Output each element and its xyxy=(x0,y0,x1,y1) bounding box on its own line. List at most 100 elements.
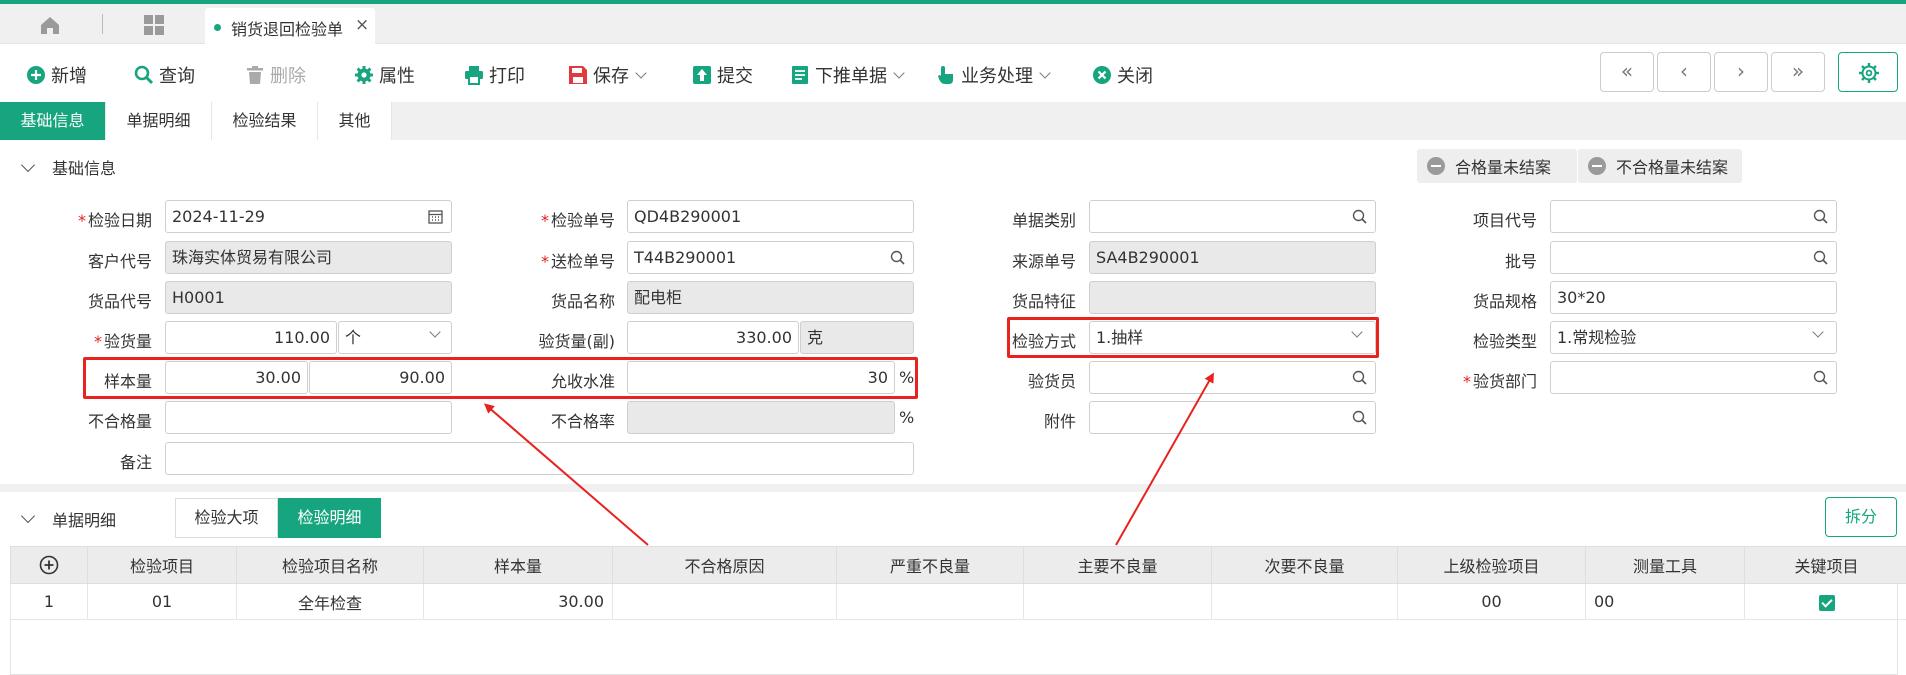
tab-sales-return-inspection[interactable]: 销货退回检验单 × xyxy=(205,8,375,44)
search-icon[interactable] xyxy=(1352,410,1367,425)
collapse-chevron-icon[interactable] xyxy=(20,157,36,173)
table-row[interactable]: 1 01 全年检查 30.00 00 00 xyxy=(10,583,1906,620)
settings-button[interactable] xyxy=(1838,52,1898,92)
delete-button[interactable]: 删除 xyxy=(245,62,306,88)
send-no-field[interactable]: T44B290001 xyxy=(627,241,914,274)
add-row-button[interactable] xyxy=(10,546,88,584)
sample-qty-secondary-field[interactable]: 90.00 xyxy=(309,361,452,394)
grid-icon[interactable] xyxy=(142,14,166,36)
aql-field[interactable]: 30 xyxy=(627,361,895,394)
plus-circle-icon xyxy=(26,65,46,85)
column-header[interactable]: 次要不良量 xyxy=(1211,546,1398,584)
table-header-row: 检验项目 检验项目名称 样本量 不合格原因 严重不良量 主要不良量 次要不良量 … xyxy=(10,546,1906,584)
cell-item-name[interactable]: 全年检查 xyxy=(236,583,424,620)
cell-key-item[interactable] xyxy=(1744,583,1906,620)
sample-qty-field[interactable]: 30.00 xyxy=(165,361,308,394)
submit-button[interactable]: 提交 xyxy=(692,62,753,88)
column-header[interactable]: 不合格原因 xyxy=(612,546,837,584)
label-batch-no: 批号 xyxy=(1504,252,1537,271)
tab-inspect-detail[interactable]: 检验明细 xyxy=(278,498,381,538)
item-code-field[interactable]: H0001 xyxy=(165,281,452,314)
cell-parent-item[interactable]: 00 xyxy=(1397,583,1586,620)
inspect-qty-unit-select[interactable]: 个 xyxy=(338,321,452,354)
tab-basic-info[interactable]: 基础信息 xyxy=(0,102,106,140)
inspect-dept-field[interactable] xyxy=(1550,361,1837,394)
row-index: 1 xyxy=(10,583,88,620)
inspector-field[interactable] xyxy=(1089,361,1376,394)
cell-reason[interactable] xyxy=(612,583,837,620)
inspect-date-field[interactable]: 2024-11-29 xyxy=(165,200,452,233)
doc-type-field[interactable] xyxy=(1089,200,1376,233)
defect-rate-percent-unit: % xyxy=(899,408,915,427)
close-button[interactable]: 关闭 xyxy=(1092,62,1153,88)
home-icon[interactable] xyxy=(38,14,62,36)
cell-minor[interactable] xyxy=(1211,583,1398,620)
column-header[interactable]: 上级检验项目 xyxy=(1397,546,1586,584)
label-remark: 备注 xyxy=(119,453,152,472)
attachment-field[interactable] xyxy=(1089,401,1376,434)
item-feature-field[interactable] xyxy=(1089,281,1376,314)
column-header[interactable]: 测量工具 xyxy=(1585,546,1745,584)
print-button[interactable]: 打印 xyxy=(464,62,525,88)
tab-doc-detail[interactable]: 单据明细 xyxy=(106,102,212,140)
split-button[interactable]: 拆分 xyxy=(1825,497,1897,537)
column-header[interactable]: 关键项目 xyxy=(1744,546,1906,584)
customer-code-field[interactable]: 珠海实体贸易有限公司 xyxy=(165,241,452,274)
checkbox-checked-icon[interactable] xyxy=(1818,594,1835,611)
column-header[interactable]: 检验项目 xyxy=(87,546,237,584)
column-header[interactable]: 检验项目名称 xyxy=(236,546,424,584)
inspect-no-field[interactable]: QD4B290001 xyxy=(627,200,914,233)
save-button[interactable]: 保存 xyxy=(568,62,647,88)
submit-label: 提交 xyxy=(717,66,753,87)
calendar-icon[interactable] xyxy=(428,209,443,224)
search-icon[interactable] xyxy=(1352,370,1367,385)
query-button[interactable]: 查询 xyxy=(134,62,195,88)
search-icon[interactable] xyxy=(1813,370,1828,385)
first-record-button[interactable]: « xyxy=(1600,52,1654,92)
upload-icon xyxy=(692,65,712,85)
defect-rate-field[interactable] xyxy=(627,401,895,434)
column-header[interactable]: 严重不良量 xyxy=(836,546,1024,584)
inspect-qty-field[interactable]: 110.00 xyxy=(165,321,337,354)
push-down-label: 下推单据 xyxy=(815,66,887,87)
business-button[interactable]: 业务处理 xyxy=(936,62,1051,88)
new-button[interactable]: 新增 xyxy=(26,62,87,88)
column-header[interactable]: 样本量 xyxy=(423,546,613,584)
inspect-qty2-field[interactable]: 330.00 xyxy=(627,321,799,354)
active-dot-icon xyxy=(214,24,221,31)
next-record-button[interactable]: › xyxy=(1714,52,1768,92)
inspect-method-select[interactable]: 1.抽样 xyxy=(1089,321,1376,354)
source-no-field[interactable]: SA4B290001 xyxy=(1089,241,1376,274)
properties-button[interactable]: 属性 xyxy=(354,62,415,88)
item-name-field[interactable]: 配电柜 xyxy=(627,281,914,314)
cell-major[interactable] xyxy=(1023,583,1212,620)
collapse-chevron-icon[interactable] xyxy=(20,508,36,524)
tab-inspect-result[interactable]: 检验结果 xyxy=(212,102,318,140)
search-icon[interactable] xyxy=(890,250,905,265)
tab-inspect-major[interactable]: 检验大项 xyxy=(175,498,278,538)
cell-tool[interactable]: 00 xyxy=(1585,583,1745,620)
last-record-button[interactable]: » xyxy=(1771,52,1825,92)
push-down-button[interactable]: 下推单据 xyxy=(790,62,905,88)
project-code-field[interactable] xyxy=(1550,200,1837,233)
previous-record-button[interactable]: ‹ xyxy=(1657,52,1711,92)
cell-serious[interactable] xyxy=(836,583,1024,620)
search-icon[interactable] xyxy=(1813,250,1828,265)
cell-sample[interactable]: 30.00 xyxy=(423,583,613,620)
close-tab-icon[interactable]: × xyxy=(355,15,369,35)
chevron-down-icon xyxy=(1039,66,1051,79)
batch-no-field[interactable] xyxy=(1550,241,1837,274)
inspect-qty2-unit-field[interactable]: 克 xyxy=(800,321,914,354)
cell-item[interactable]: 01 xyxy=(87,583,237,620)
tab-other[interactable]: 其他 xyxy=(318,102,392,140)
search-icon[interactable] xyxy=(1813,209,1828,224)
search-icon[interactable] xyxy=(1352,209,1367,224)
gear-icon xyxy=(354,65,374,85)
column-header[interactable]: 主要不良量 xyxy=(1023,546,1212,584)
inspect-type-select[interactable]: 1.常规检验 xyxy=(1550,321,1837,354)
item-spec-field[interactable]: 30*20 xyxy=(1550,281,1837,314)
label-defect-rate: 不合格率 xyxy=(550,412,615,431)
defect-qty-field[interactable] xyxy=(165,401,452,434)
remark-field[interactable] xyxy=(165,442,914,475)
label-item-spec: 货品规格 xyxy=(1472,292,1537,311)
